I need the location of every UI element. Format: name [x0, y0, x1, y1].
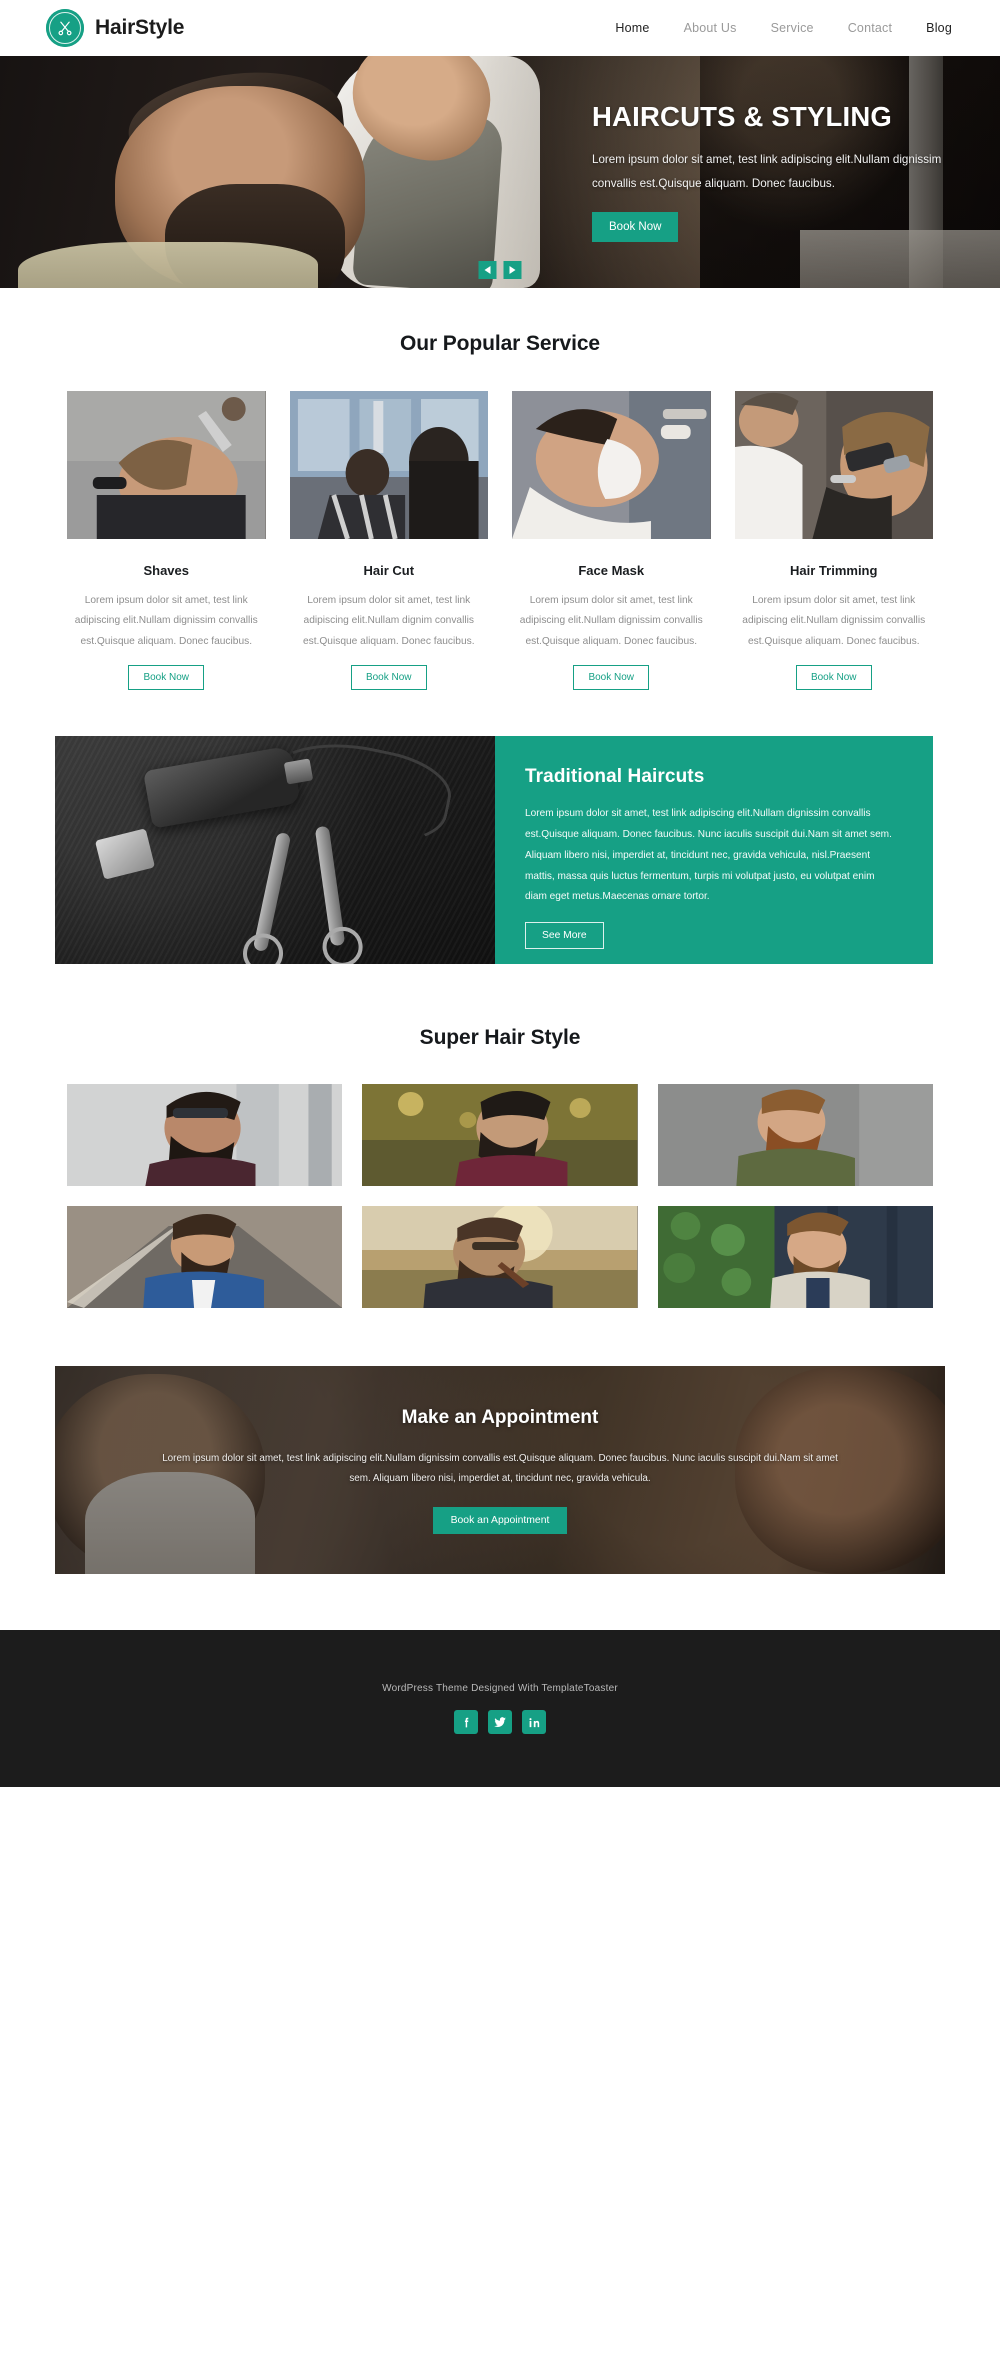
main-navigation: Home About Us Service Contact Blog	[615, 21, 952, 35]
nav-item-about-us[interactable]: About Us	[684, 21, 737, 35]
service-book-now-button[interactable]: Book Now	[795, 665, 872, 691]
gallery-item[interactable]	[362, 1084, 638, 1187]
barber-tools-image	[55, 736, 495, 965]
site-footer: WordPress Theme Designed With TemplateTo…	[0, 1630, 1000, 1788]
hero-content: HAIRCUTS & STYLING Lorem ipsum dolor sit…	[592, 56, 962, 288]
services-grid: Shaves Lorem ipsum dolor sit amet, test …	[0, 391, 1000, 691]
carousel-next-button[interactable]	[503, 261, 522, 279]
traditional-title: Traditional Haircuts	[525, 766, 705, 788]
hero-subtitle: Lorem ipsum dolor sit amet, test link ad…	[592, 153, 942, 190]
chevron-left-icon	[484, 266, 491, 274]
scissors-badge-icon	[46, 9, 84, 47]
gallery-grid	[0, 1084, 1000, 1309]
nav-item-service[interactable]: Service	[771, 21, 814, 35]
appointment-title: Make an Appointment	[401, 1406, 599, 1428]
popular-service-section: Our Popular Service Shaves Lorem ipsum d…	[0, 288, 1000, 691]
service-card: Hair Trimming Lorem ipsum dolor sit amet…	[734, 391, 933, 691]
linkedin-icon[interactable]	[522, 1710, 546, 1735]
traditional-text: Lorem ipsum dolor sit amet, test link ad…	[525, 808, 892, 903]
facebook-icon[interactable]	[454, 1710, 478, 1735]
hero-title: HAIRCUTS & STYLING	[592, 101, 892, 133]
service-description: Lorem ipsum dolor sit amet, test link ad…	[302, 595, 475, 647]
nav-item-contact[interactable]: Contact	[848, 21, 892, 35]
service-description: Lorem ipsum dolor sit amet, test link ad…	[519, 595, 703, 647]
service-image-face-mask	[512, 391, 711, 539]
super-hair-style-section: Super Hair Style	[0, 964, 1000, 1309]
service-description: Lorem ipsum dolor sit amet, test link ad…	[74, 595, 258, 647]
see-more-button[interactable]: See More	[525, 922, 604, 950]
carousel-prev-button[interactable]	[478, 261, 497, 279]
service-name: Shaves	[143, 563, 190, 578]
service-card: Shaves Lorem ipsum dolor sit amet, test …	[67, 391, 266, 691]
brand-name: HairStyle	[95, 16, 185, 39]
site-header: HairStyle Home About Us Service Contact …	[0, 0, 1000, 56]
service-book-now-button[interactable]: Book Now	[350, 665, 427, 691]
book-an-appointment-button[interactable]: Book an Appointment	[432, 1506, 568, 1534]
traditional-content: Traditional Haircuts Lorem ipsum dolor s…	[495, 736, 933, 965]
service-image-hair-trimming	[734, 391, 933, 539]
brand-logo[interactable]: HairStyle	[46, 9, 184, 47]
nav-item-blog[interactable]: Blog	[926, 21, 952, 35]
traditional-haircuts-section: Traditional Haircuts Lorem ipsum dolor s…	[55, 736, 933, 965]
footer-credit: WordPress Theme Designed With TemplateTo…	[382, 1683, 618, 1695]
service-name: Face Mask	[578, 563, 645, 578]
social-links	[454, 1710, 546, 1735]
service-book-now-button[interactable]: Book Now	[128, 665, 205, 691]
service-book-now-button[interactable]: Book Now	[573, 665, 650, 691]
appointment-text: Lorem ipsum dolor sit amet, test link ad…	[162, 1452, 838, 1484]
gallery-item[interactable]	[362, 1206, 638, 1309]
make-appointment-section: Make an Appointment Lorem ipsum dolor si…	[55, 1366, 945, 1575]
appointment-content: Make an Appointment Lorem ipsum dolor si…	[55, 1407, 945, 1534]
service-card: Hair Cut Lorem ipsum dolor sit amet, tes…	[289, 391, 488, 691]
gallery-item[interactable]	[67, 1206, 343, 1309]
service-description: Lorem ipsum dolor sit amet, test link ad…	[742, 595, 926, 647]
hero-book-now-button[interactable]: Book Now	[592, 211, 679, 242]
twitter-icon[interactable]	[488, 1710, 512, 1735]
gallery-item[interactable]	[657, 1084, 933, 1187]
service-name: Hair Cut	[363, 563, 415, 578]
gallery-item[interactable]	[657, 1206, 933, 1309]
gallery-title: Super Hair Style	[419, 1026, 581, 1050]
chevron-right-icon	[509, 266, 516, 274]
service-image-shaves	[67, 391, 266, 539]
carousel-controls	[478, 261, 522, 279]
hero-carousel: HAIRCUTS & STYLING Lorem ipsum dolor sit…	[0, 56, 1000, 288]
gallery-item[interactable]	[67, 1084, 343, 1187]
service-name: Hair Trimming	[790, 563, 878, 578]
nav-item-home[interactable]: Home	[615, 21, 649, 35]
service-card: Face Mask Lorem ipsum dolor sit amet, te…	[512, 391, 711, 691]
service-image-hair-cut	[289, 391, 488, 539]
services-title: Our Popular Service	[399, 332, 600, 355]
